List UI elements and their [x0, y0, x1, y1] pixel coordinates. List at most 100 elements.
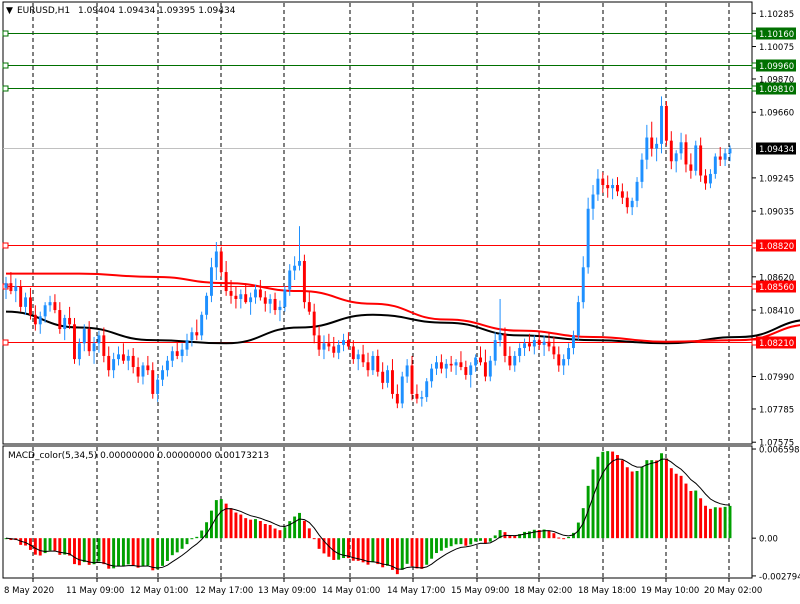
candle-body [390, 370, 394, 394]
macd-bar [298, 512, 301, 539]
macd-bar [459, 538, 463, 545]
time-axis-label: 11 May 09:00 [66, 586, 124, 596]
candle-body [278, 306, 282, 311]
time-axis-label: 14 May 17:00 [387, 586, 445, 596]
chart-window[interactable]: 1.10160 1.09960 1.09810 1.08820 1.08560 1.082… [0, 0, 800, 600]
candle-body [322, 343, 326, 350]
macd-bar [151, 538, 155, 571]
candle-body [650, 137, 654, 149]
candle-body [469, 365, 473, 375]
macd-bar [620, 460, 624, 539]
macd-bar [669, 468, 673, 539]
candle-body [117, 354, 120, 360]
time-axis-label: 20 May 02:00 [704, 586, 762, 596]
candle-body [38, 316, 42, 325]
macd-bar [293, 516, 297, 539]
candle-body [479, 357, 482, 363]
macd-bar [53, 538, 57, 551]
candle-body [454, 362, 458, 366]
candle-body [444, 363, 448, 369]
level-handle-icon[interactable] [2, 85, 9, 92]
candle-body [82, 329, 86, 344]
candle-body [488, 360, 492, 377]
candle-body [601, 178, 605, 186]
candle-body [640, 159, 644, 182]
candle-body [576, 302, 580, 336]
macd-bar [249, 519, 253, 539]
collapse-icon[interactable]: ▼ [6, 6, 13, 16]
macd-bar [508, 535, 512, 539]
macd-label: MACD_color(5,34,5) 0.00000000 0.00000000… [8, 451, 269, 461]
macd-bar [444, 538, 448, 548]
candle-body [254, 289, 257, 298]
macd-bar [371, 538, 375, 563]
candle-body [513, 355, 517, 366]
level-handle-icon[interactable] [2, 242, 9, 249]
candle-body [209, 267, 213, 296]
candle-body [268, 298, 272, 304]
price-axis-label: 1.07990 [759, 373, 794, 383]
candle-body [395, 393, 399, 404]
macd-bar [268, 525, 272, 539]
macd-bar [170, 538, 174, 556]
ohlc-label: 1.09404 1.09434 1.09395 1.09434 [78, 6, 236, 16]
candle-body [288, 270, 292, 290]
candle-body [175, 351, 179, 356]
candle-body [234, 295, 238, 299]
macd-bar [454, 538, 458, 545]
candle-body [718, 156, 722, 160]
macd-bar [337, 538, 341, 560]
price-axis-label: 1.09660 [759, 109, 794, 119]
candle-body [537, 340, 541, 345]
macd-axis-label: -0.002794 [759, 572, 800, 582]
candle-body [493, 340, 497, 361]
candle-body [449, 363, 453, 366]
macd-bar [425, 538, 429, 565]
candle-body [244, 294, 248, 303]
macd-bar [190, 538, 194, 540]
candle-body [508, 355, 512, 366]
candle-body [503, 333, 507, 356]
candle-body [342, 340, 346, 345]
time-axis-label: 15 May 09:00 [451, 586, 509, 596]
macd-bar [229, 508, 233, 539]
candle-body [136, 367, 140, 377]
macd-bar [689, 490, 693, 539]
candle-body [68, 317, 72, 325]
candle-body [190, 332, 194, 341]
candle-body [430, 368, 434, 382]
macd-bar [92, 538, 96, 565]
level-handle-icon[interactable] [2, 339, 9, 346]
candle-body [77, 343, 81, 360]
candle-body [307, 302, 311, 312]
macd-bar [185, 538, 189, 545]
macd-bar [195, 536, 199, 539]
macd-bar [655, 460, 659, 539]
level-handle-icon[interactable] [2, 30, 9, 37]
candle-body [332, 346, 336, 353]
level-price-label: 1.09810 [759, 85, 794, 95]
candle-body [557, 354, 561, 366]
candle-body [165, 360, 169, 371]
candle-body [591, 194, 595, 209]
candle-body [694, 145, 698, 171]
candle-body [161, 370, 165, 380]
candle-body [33, 314, 37, 325]
level-handle-icon[interactable] [2, 62, 9, 69]
candle-body [63, 317, 67, 330]
candle-body [425, 381, 429, 398]
candle-body [371, 355, 375, 371]
candle-body [689, 164, 693, 171]
macd-bar [346, 538, 350, 559]
macd-bar [430, 538, 434, 559]
candle-body [273, 298, 277, 311]
candle-body [527, 343, 531, 347]
candle-body [420, 397, 424, 399]
candle-body [405, 365, 409, 377]
current-price-label: 1.09434 [759, 145, 794, 155]
candle-body [635, 181, 639, 201]
macd-bar [616, 455, 619, 539]
macd-bar [273, 528, 277, 539]
macd-bar [699, 498, 703, 539]
candle-body [552, 346, 556, 355]
